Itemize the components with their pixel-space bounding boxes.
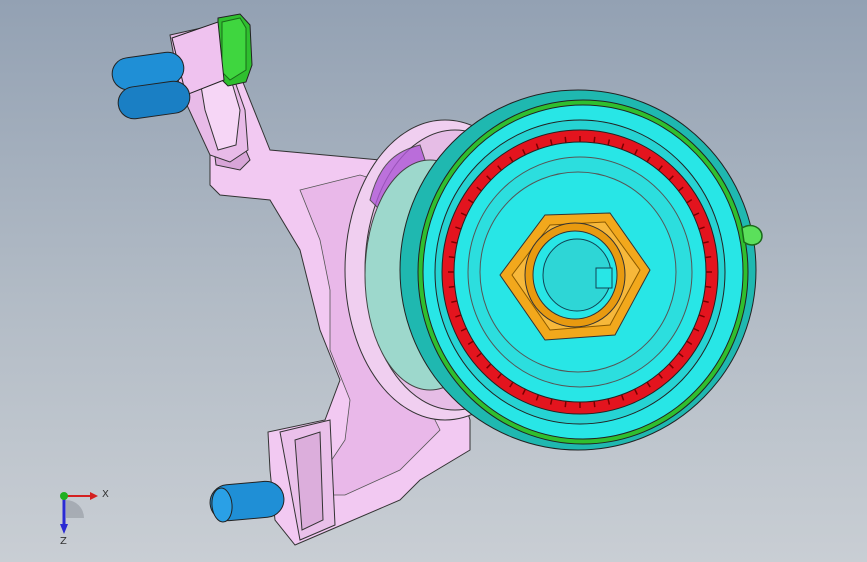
tone-ring-tooth	[448, 256, 455, 259]
z-axis-label: Z	[60, 536, 67, 547]
tone-ring-tooth	[564, 136, 567, 143]
retaining-clip[interactable]	[741, 224, 763, 246]
graphics-viewport[interactable]: X Z	[0, 0, 867, 562]
tone-ring-tooth	[564, 401, 567, 408]
orientation-triad: X Z	[60, 489, 109, 547]
tone-ring-tooth	[593, 136, 596, 143]
cad-model-3d-view[interactable]	[0, 0, 867, 562]
x-axis-head	[90, 492, 98, 500]
bottom-bolt[interactable]	[209, 480, 286, 523]
tone-ring-tooth	[593, 401, 596, 408]
tone-ring-tooth	[705, 256, 712, 259]
triad-base	[66, 500, 84, 518]
tone-ring-tooth	[705, 285, 712, 288]
z-axis-head	[60, 524, 68, 534]
x-axis-label: X	[102, 489, 109, 500]
y-axis-dot	[60, 492, 68, 500]
tone-ring-tooth	[448, 285, 455, 288]
